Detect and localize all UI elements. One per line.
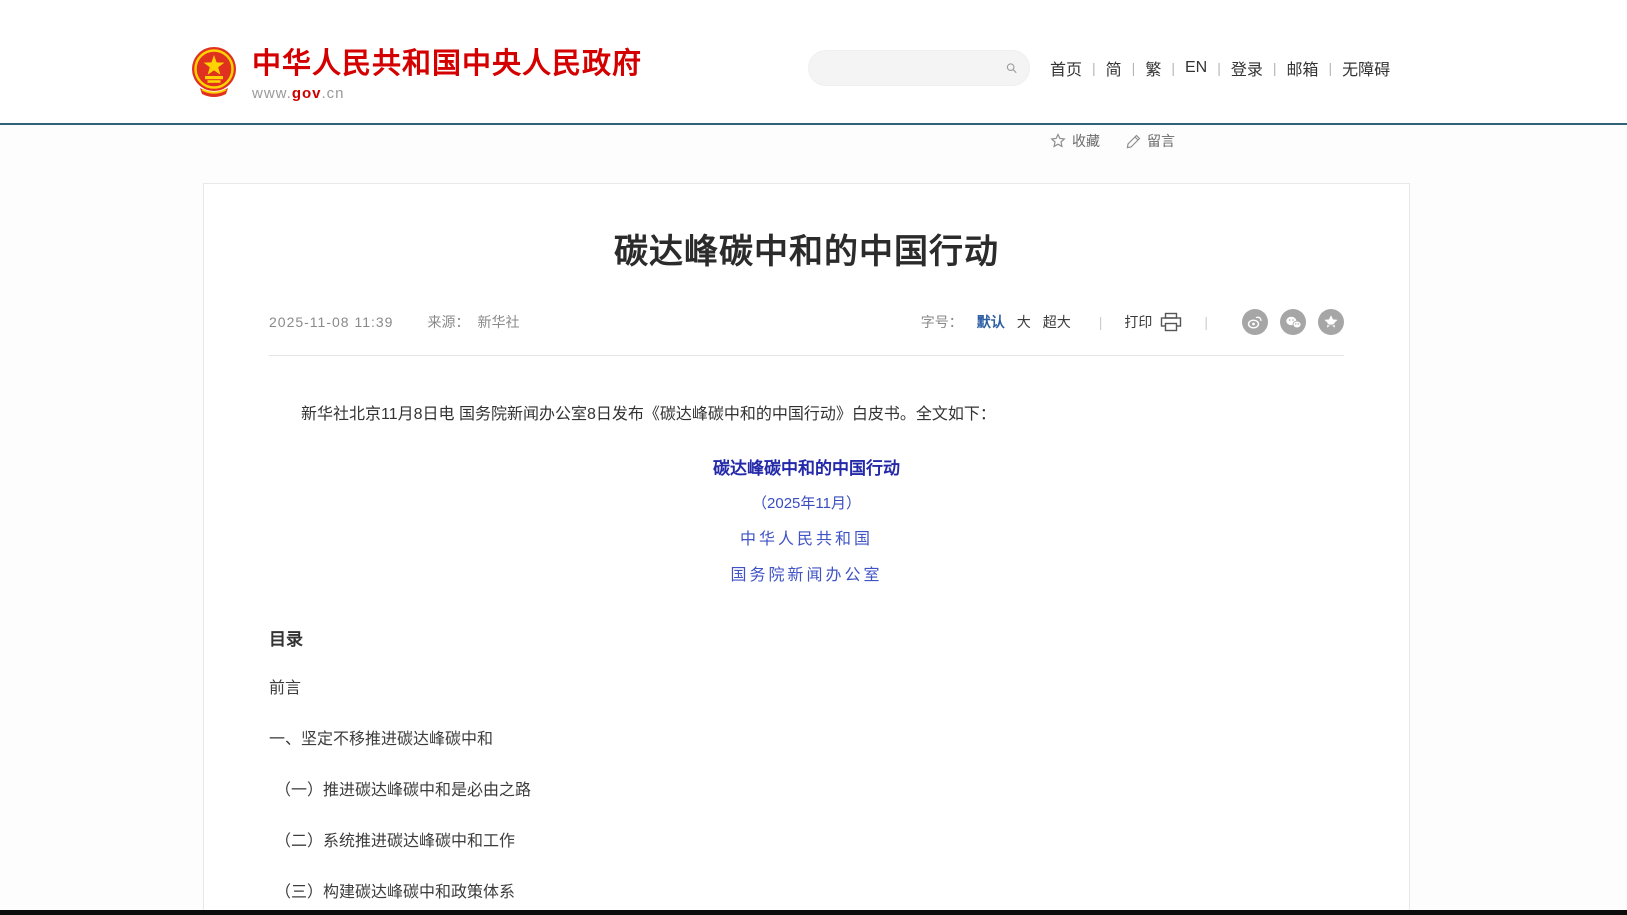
fontsize-large-button[interactable]: 大 <box>1017 312 1031 332</box>
site-title: 中华人民共和国中央人民政府 <box>252 40 642 82</box>
article-card: 碳达峰碳中和的中国行动 2025-11-08 11:39 来源： 新华社 字号：… <box>203 183 1410 915</box>
nav-item-mail[interactable]: 邮箱 <box>1277 56 1329 80</box>
weibo-icon <box>1247 314 1263 330</box>
page: 中华人民共和国中央人民政府 www.gov.cn 首页 | 简 | 繁 | EN… <box>0 0 1627 915</box>
toc-item-foreword: 前言 <box>269 674 1344 698</box>
nav-item-accessibility[interactable]: 无障碍 <box>1332 56 1400 80</box>
top-nav: 首页 | 简 | 繁 | EN | 登录 | 邮箱 | 无障碍 <box>1040 56 1400 80</box>
toc-heading: 目录 <box>269 625 1344 650</box>
source-value[interactable]: 新华社 <box>477 312 519 332</box>
share-wechat-button[interactable] <box>1280 309 1306 335</box>
nav-item-login[interactable]: 登录 <box>1221 56 1273 80</box>
share-weibo-button[interactable] <box>1242 309 1268 335</box>
article-meta-right: 字号： 默认 大 超大 | 打印 | <box>921 309 1344 335</box>
brand-text: 中华人民共和国中央人民政府 www.gov.cn <box>252 40 642 102</box>
comment-label: 留言 <box>1147 131 1175 151</box>
favorite-button[interactable]: 收藏 <box>1050 131 1100 151</box>
window-bottom-edge <box>0 910 1627 915</box>
site-url: www.gov.cn <box>252 85 642 102</box>
article-title: 碳达峰碳中和的中国行动 <box>269 224 1344 273</box>
toc-item-section1-1: （一）推进碳达峰碳中和是必由之路 <box>269 776 1344 800</box>
meta-separator: | <box>1099 314 1103 330</box>
printer-icon <box>1160 312 1182 332</box>
toc-item-section1-3: （三）构建碳达峰碳中和政策体系 <box>269 878 1344 902</box>
share-qzone-button[interactable] <box>1318 309 1344 335</box>
source-label: 来源： <box>427 312 469 332</box>
fontsize-xlarge-button[interactable]: 超大 <box>1043 312 1071 332</box>
favorite-label: 收藏 <box>1072 131 1100 151</box>
url-core: gov <box>292 85 322 102</box>
nav-item-traditional[interactable]: 繁 <box>1135 56 1171 80</box>
fontsize-default-button[interactable]: 默认 <box>977 312 1005 332</box>
url-suffix: .cn <box>322 85 345 102</box>
search-input[interactable] <box>809 53 1006 83</box>
meta-separator: | <box>1204 314 1208 330</box>
doc-date: （2025年11月） <box>269 492 1344 513</box>
qzone-star-icon <box>1323 314 1339 330</box>
site-header: 中华人民共和国中央人民政府 www.gov.cn 首页 | 简 | 繁 | EN… <box>0 0 1627 123</box>
star-icon <box>1050 133 1066 149</box>
search-icon[interactable] <box>1006 58 1017 78</box>
article-meta-row: 2025-11-08 11:39 来源： 新华社 字号： 默认 大 超大 | 打… <box>269 309 1344 356</box>
print-label: 打印 <box>1124 312 1152 332</box>
wechat-icon <box>1285 315 1302 330</box>
lead-paragraph: 新华社北京11月8日电 国务院新闻办公室8日发布《碳达峰碳中和的中国行动》白皮书… <box>269 402 1344 428</box>
article-meta-left: 2025-11-08 11:39 来源： 新华社 <box>269 312 519 332</box>
comment-button[interactable]: 留言 <box>1126 131 1175 151</box>
search-box[interactable] <box>808 50 1030 86</box>
toc-item-section1: 一、坚定不移推进碳达峰碳中和 <box>269 725 1344 749</box>
doc-org-line2: 国务院新闻办公室 <box>269 561 1344 585</box>
publish-date: 2025-11-08 11:39 <box>269 314 393 330</box>
nav-item-english[interactable]: EN <box>1175 59 1217 77</box>
share-group <box>1230 309 1344 335</box>
pencil-icon <box>1126 134 1141 149</box>
nav-item-home[interactable]: 首页 <box>1040 56 1092 80</box>
toc-list: 前言 一、坚定不移推进碳达峰碳中和 （一）推进碳达峰碳中和是必由之路 （二）系统… <box>269 674 1344 915</box>
print-button[interactable]: 打印 <box>1124 312 1182 332</box>
national-emblem-logo <box>190 43 238 99</box>
doc-title: 碳达峰碳中和的中国行动 <box>269 454 1344 479</box>
site-brand[interactable]: 中华人民共和国中央人民政府 www.gov.cn <box>190 40 642 102</box>
url-prefix: www. <box>252 85 292 102</box>
toc-item-section1-2: （二）系统推进碳达峰碳中和工作 <box>269 827 1344 851</box>
doc-org-line1: 中华人民共和国 <box>269 525 1344 549</box>
header-divider <box>0 123 1627 125</box>
fontsize-label: 字号： <box>921 312 963 332</box>
page-actions: 收藏 留言 <box>1050 131 1201 151</box>
nav-item-simplified[interactable]: 简 <box>1096 56 1132 80</box>
